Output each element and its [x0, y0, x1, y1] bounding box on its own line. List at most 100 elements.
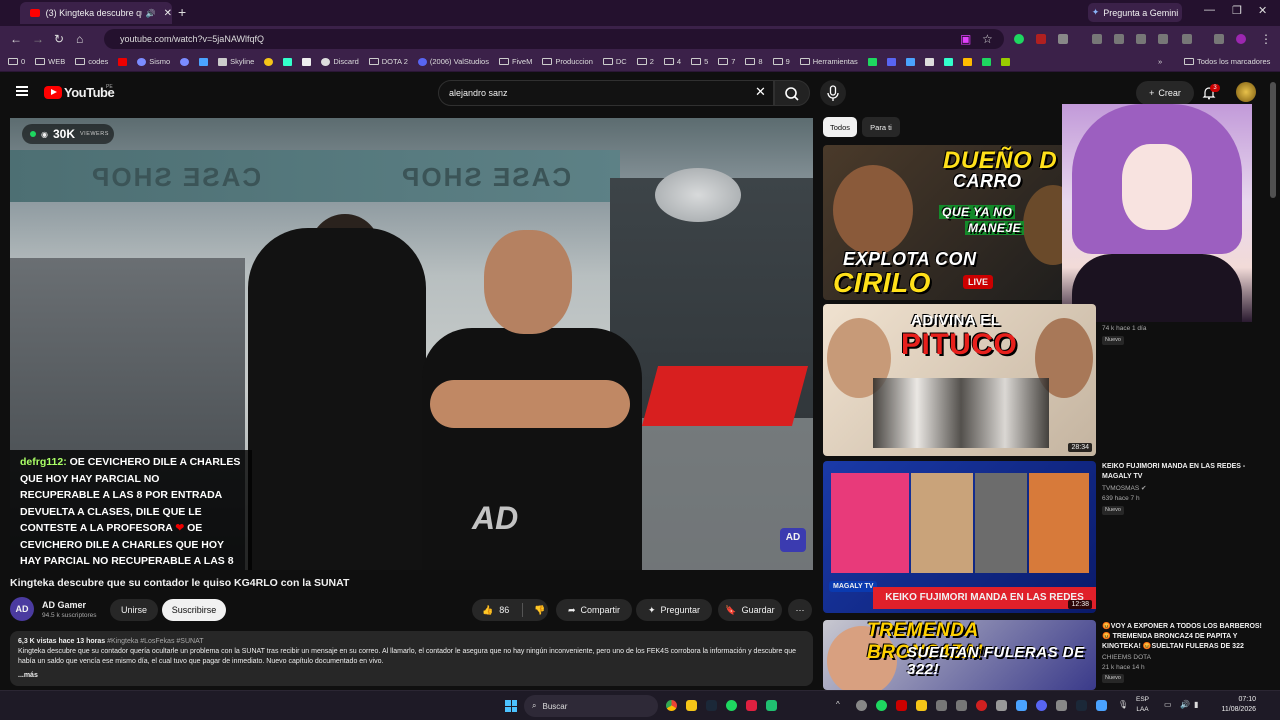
bookmark-item[interactable]	[199, 57, 209, 66]
downloads-icon[interactable]	[1136, 34, 1146, 44]
bookmark-item[interactable]	[180, 57, 190, 66]
bookmark-item[interactable]	[1000, 57, 1010, 66]
subscribe-button[interactable]: Suscribirse	[162, 599, 226, 621]
tray-app-icon[interactable]	[936, 700, 947, 711]
bookmark-item[interactable]: 0	[8, 57, 25, 66]
page-scrollbar[interactable]	[1270, 82, 1276, 198]
reading-list-icon[interactable]	[1114, 34, 1124, 44]
extension-green-icon[interactable]	[1014, 34, 1024, 44]
address-bar[interactable]: youtube.com/watch?v=5jaNAWlfqfQ	[104, 29, 1004, 49]
bookmark-item[interactable]	[943, 57, 953, 66]
search-button[interactable]	[774, 80, 810, 106]
close-tab-icon[interactable]: ✕	[164, 8, 172, 19]
tray-mic-icon[interactable]: 🎙	[1118, 700, 1128, 709]
home-icon[interactable]: ⌂	[76, 32, 83, 46]
search-input[interactable]: alejandro sanz	[438, 80, 774, 106]
recommended-thumbnail-4[interactable]: TREMENDA BRONC4ZA! SUELTAN FULERAS DE 32…	[823, 620, 1096, 690]
share-button[interactable]: ➦ Compartir	[556, 599, 632, 621]
show-more-link[interactable]: ...más	[18, 671, 805, 681]
bookmark-item[interactable]	[886, 57, 896, 66]
channel-corner-logo[interactable]: AD	[780, 528, 806, 552]
audio-icon[interactable]: 🔊	[146, 9, 156, 18]
close-window-icon[interactable]: ✕	[1258, 4, 1267, 17]
tray-app-icon[interactable]	[916, 700, 927, 711]
extensions-puzzle-icon[interactable]	[1058, 34, 1068, 44]
tab-search-icon[interactable]	[1182, 34, 1192, 44]
network-icon[interactable]: ▭	[1164, 700, 1172, 709]
taskbar-search[interactable]: ⌕ Buscar	[524, 695, 658, 717]
tray-chevron-icon[interactable]: ^	[836, 700, 840, 709]
bookmark-item[interactable]: Sismo	[137, 57, 170, 66]
hamburger-menu-icon[interactable]	[16, 86, 28, 96]
link-icon[interactable]	[1158, 34, 1168, 44]
tray-app-icon[interactable]	[1096, 700, 1107, 711]
chrome-menu-icon[interactable]: ⋮	[1260, 32, 1272, 46]
bookmark-item[interactable]	[264, 57, 274, 66]
thumbs-down-icon[interactable]: 👎	[534, 605, 545, 616]
bookmark-item[interactable]	[283, 57, 293, 66]
bookmark-item[interactable]: 2	[636, 57, 654, 66]
media-controls-icon[interactable]	[1214, 34, 1224, 44]
like-button[interactable]: 👍 86	[482, 605, 509, 616]
gemini-button[interactable]: ✦ Pregunta a Gemini	[1088, 3, 1182, 22]
video-title[interactable]: 😡VOY A EXPONER A TODOS LOS BARBEROS!😡 TR…	[1102, 622, 1262, 652]
profile-extension-icon[interactable]	[1092, 34, 1102, 44]
channel-name[interactable]: CHIEEMS DOTA	[1102, 654, 1151, 661]
video-title[interactable]: KEIKO FUJIMORI MANDA EN LAS REDES - MAGA…	[1102, 462, 1262, 482]
video-description[interactable]: 6,3 K vistas hace 13 horas #Kingteka #Lo…	[10, 631, 813, 686]
app-icon[interactable]	[746, 700, 757, 711]
bookmark-star-icon[interactable]: ☆	[982, 32, 993, 46]
bookmark-item[interactable]: WEB	[35, 57, 65, 66]
bookmark-item[interactable]: codes	[75, 57, 108, 66]
input-language[interactable]: ESP LAA	[1136, 695, 1149, 715]
account-avatar[interactable]	[1236, 82, 1256, 102]
spotify-icon[interactable]	[726, 700, 737, 711]
bookmark-item[interactable]	[118, 57, 128, 66]
bookmark-item[interactable]	[905, 57, 915, 66]
extension-red-icon[interactable]	[1036, 34, 1046, 44]
create-button[interactable]: + Crear	[1136, 81, 1194, 105]
tray-app-icon[interactable]	[1016, 700, 1027, 711]
bookmarks-overflow-icon[interactable]: »	[1158, 57, 1162, 66]
bookmark-item[interactable]: 5	[691, 57, 708, 66]
save-button[interactable]: 🔖 Guardar	[718, 599, 782, 621]
bookmark-item[interactable]: DC	[602, 57, 627, 66]
bookmark-item[interactable]: 7	[718, 57, 735, 66]
back-icon[interactable]: ←	[10, 32, 22, 46]
video-player[interactable]: CASE SHOP CASE SHOP AD AD ◉ 30K VIEWERS …	[10, 118, 813, 570]
bookmark-item[interactable]: Produccion	[542, 57, 593, 66]
more-actions-button[interactable]: ⋯	[788, 599, 812, 621]
tray-app-icon[interactable]	[996, 700, 1007, 711]
bookmark-item[interactable]: 9	[772, 57, 790, 66]
tray-app-icon[interactable]	[956, 700, 967, 711]
ask-button[interactable]: ✦ Preguntar	[636, 599, 712, 621]
channel-name[interactable]: AD Gamer	[42, 600, 86, 610]
bookmark-item[interactable]	[302, 57, 312, 66]
bookmark-item[interactable]: 4	[663, 57, 681, 66]
recommended-thumbnail-3[interactable]: MAGALY TV KEIKO FUJIMORI MANDA EN LAS RE…	[823, 461, 1096, 613]
voice-search-button[interactable]	[820, 80, 846, 106]
all-bookmarks[interactable]: Todos los marcadores	[1184, 57, 1270, 66]
join-button[interactable]: Unirse	[110, 599, 158, 621]
channel-name[interactable]: TVMOSMAS ✔	[1102, 484, 1146, 492]
bookmark-item[interactable]: DOTA 2	[368, 57, 408, 66]
bookmark-item[interactable]	[962, 57, 972, 66]
maximize-icon[interactable]: ❐	[1232, 4, 1242, 17]
bookmark-item[interactable]: Discard	[321, 57, 359, 66]
file-explorer-icon[interactable]	[686, 700, 697, 711]
bookmark-item[interactable]	[981, 57, 991, 66]
app-icon[interactable]	[766, 700, 777, 711]
forward-icon[interactable]: →	[32, 32, 44, 46]
bookmark-item[interactable]: (2006) ValStudios	[417, 57, 489, 66]
clear-search-icon[interactable]: ✕	[755, 84, 766, 100]
steam-icon[interactable]	[706, 700, 717, 711]
bookmark-item[interactable]	[924, 57, 934, 66]
battery-icon[interactable]: ▮	[1194, 700, 1198, 709]
bookmark-item[interactable]: Herramientas	[799, 57, 858, 66]
channel-avatar[interactable]: AD	[10, 597, 34, 621]
chip-for-you[interactable]: Para ti	[862, 117, 900, 137]
chrome-taskbar-icon[interactable]	[666, 700, 677, 711]
windows-start-icon[interactable]	[505, 700, 517, 712]
bookmark-item[interactable]: 8	[745, 57, 763, 66]
tray-discord-icon[interactable]	[1036, 700, 1047, 711]
